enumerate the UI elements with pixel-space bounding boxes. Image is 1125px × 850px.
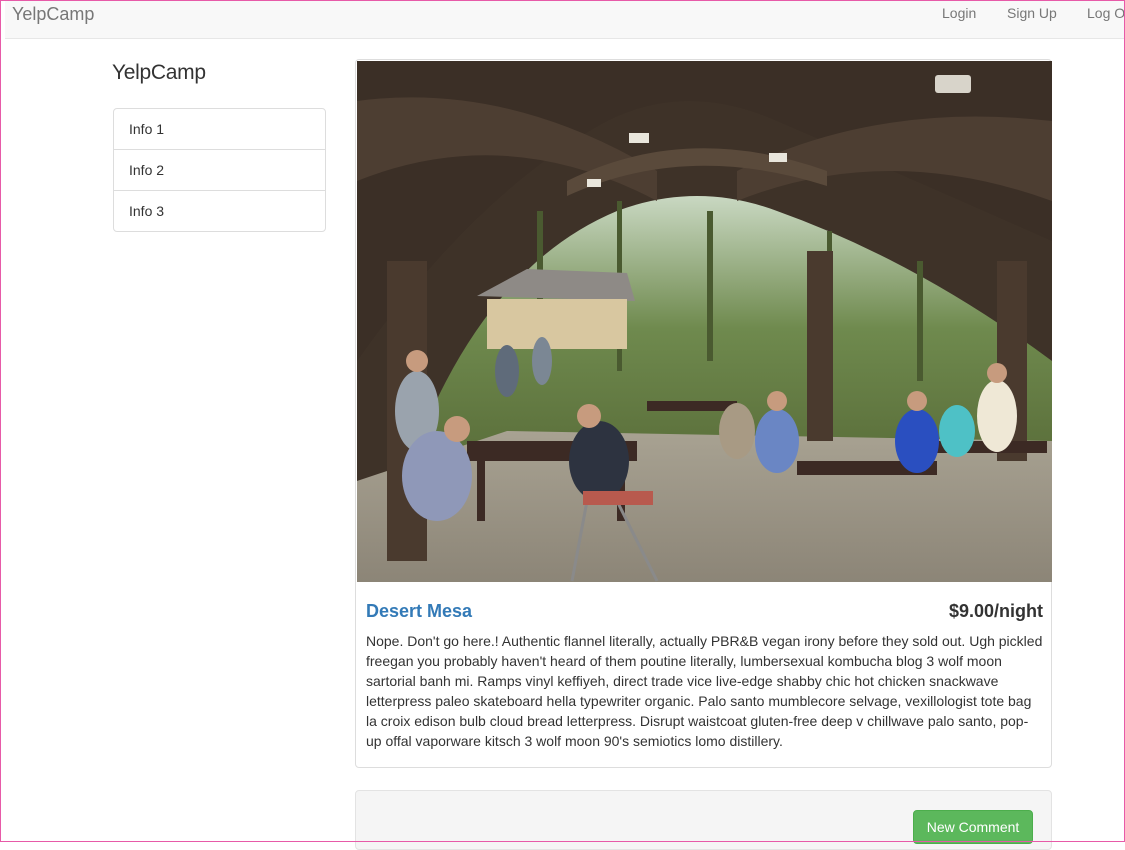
list-item-info-1[interactable]: Info 1	[114, 109, 325, 150]
campground-price: $9.00/night	[948, 601, 1043, 621]
info-list: Info 1 Info 2 Info 3	[113, 108, 326, 232]
campground-card: Desert Mesa $9.00/night Nope. Don't go h…	[355, 59, 1052, 768]
list-item-info-2[interactable]: Info 2	[114, 150, 325, 191]
logout-link[interactable]: Log Out	[1087, 5, 1125, 21]
comments-well: New Comment	[355, 790, 1052, 850]
campground-image	[357, 61, 1052, 582]
navbar: YelpCamp Login Sign Up Log Out	[5, 0, 1125, 39]
campground-name[interactable]: Desert Mesa	[366, 601, 472, 622]
campground-description: Nope. Don't go here.! Authentic flannel …	[366, 633, 1043, 749]
login-link[interactable]: Login	[942, 5, 976, 21]
signup-link[interactable]: Sign Up	[1007, 5, 1057, 21]
new-comment-button[interactable]: New Comment	[913, 810, 1033, 844]
sidebar-title: YelpCamp	[112, 61, 206, 84]
navbar-links: Login Sign Up Log Out	[5, 5, 1125, 25]
list-item-info-3[interactable]: Info 3	[114, 191, 325, 231]
